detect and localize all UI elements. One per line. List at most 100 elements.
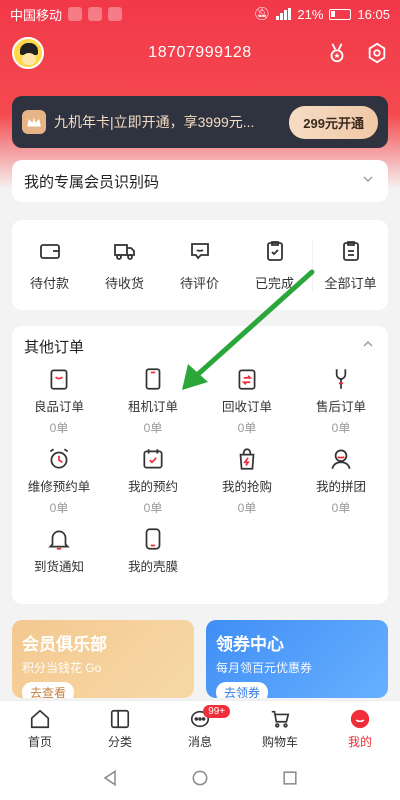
order-pending-receipt[interactable]: 待收货: [87, 239, 162, 292]
bottom-nav: 首页 分类 消息 99+ 购物车 我的: [0, 700, 400, 756]
other-orders-title: 其他订单: [24, 338, 85, 356]
phone-number: 18707999128: [148, 44, 252, 61]
coupon-center-card[interactable]: 领券中心 每月领百元优惠券 去领券: [206, 620, 388, 698]
battery-label: 21%: [297, 6, 324, 22]
order-label: 待收货: [104, 275, 144, 291]
phone-icon: [145, 368, 161, 390]
promo-subtitle: 积分当钱花 Go: [22, 661, 102, 675]
other-order-label: 售后订单: [315, 400, 366, 414]
wrench-icon: [335, 369, 347, 389]
order-label: 已完成: [254, 275, 294, 291]
other-order-count: 0单: [237, 501, 257, 515]
nav-label: 购物车: [261, 734, 298, 749]
recent-apps-square-icon[interactable]: [280, 768, 300, 788]
other-order-count: 0单: [237, 421, 257, 435]
vip-banner[interactable]: 九机年卡|立即开通，享3999元... 299元开通: [12, 96, 388, 148]
order-pending-review[interactable]: 待评价: [162, 239, 237, 292]
other-order-count: 0单: [143, 421, 163, 435]
after-sales-orders[interactable]: 售后订单 0单: [294, 366, 388, 436]
promo-subtitle: 每月领百元优惠券: [216, 661, 313, 675]
rental-orders[interactable]: 租机订单 0单: [106, 366, 200, 436]
other-orders-card: 其他订单 良品订单 0单 租机订单 0单 回收订单 0单 售后订单 0单 维修预…: [12, 326, 388, 604]
other-order-count: 0单: [331, 501, 351, 515]
other-order-label: 回收订单: [221, 400, 272, 414]
order-completed[interactable]: 已完成: [237, 239, 312, 292]
back-triangle-icon[interactable]: [100, 768, 120, 788]
recycle-orders[interactable]: 回收订单 0单: [200, 366, 294, 436]
chevron-up-icon[interactable]: [360, 336, 376, 356]
comment-icon: [190, 242, 209, 259]
other-order-label: 维修预约单: [27, 480, 91, 494]
nav-label: 首页: [27, 734, 52, 749]
bell-icon: [48, 530, 70, 550]
recycle-clipboard-icon: [238, 369, 256, 390]
nav-home[interactable]: 首页: [0, 701, 80, 756]
member-club-view-button[interactable]: 去查看: [22, 682, 75, 698]
signal-icon: [276, 8, 292, 20]
alarm-clock-icon: [49, 448, 69, 469]
list-icon: [342, 240, 359, 261]
nav-category[interactable]: 分类: [80, 701, 160, 756]
my-bookings[interactable]: 我的预约 0单: [106, 446, 200, 516]
app-notification-icon: [108, 7, 123, 21]
nav-label: 消息: [187, 734, 212, 749]
good-product-orders[interactable]: 良品订单 0单: [12, 366, 106, 436]
other-order-label: 租机订单: [127, 400, 178, 414]
member-id-label: 我的专属会员识别码: [24, 173, 160, 191]
order-label: 待评价: [179, 275, 219, 291]
wechat-icon: [68, 7, 83, 21]
chevron-down-icon: [360, 171, 376, 191]
other-order-label: 我的壳膜: [127, 560, 178, 574]
order-status-card: 待付款 待收货 待评价 已完成 全部订单: [12, 220, 388, 310]
calendar-check-icon: [143, 449, 163, 469]
member-club-card[interactable]: 会员俱乐部 积分当钱花 Go 去查看: [12, 620, 194, 698]
arrival-notifications[interactable]: 到货通知: [12, 526, 106, 575]
nav-messages[interactable]: 消息 99+: [160, 701, 240, 756]
order-label: 待付款: [29, 275, 69, 291]
order-label: 全部订单: [324, 275, 377, 291]
profile-header: 18707999128: [0, 30, 400, 76]
nav-label: 分类: [107, 734, 132, 749]
promo-title: 会员俱乐部: [22, 635, 107, 654]
profile-icon: [350, 709, 370, 728]
vip-open-button[interactable]: 299元开通: [289, 105, 378, 139]
battery-icon: [329, 8, 352, 20]
get-coupon-button[interactable]: 去领券: [216, 682, 269, 698]
other-order-label: 良品订单: [33, 400, 84, 414]
my-group-buys[interactable]: 我的拼团 0单: [294, 446, 388, 516]
repair-booking-orders[interactable]: 维修预约单 0单: [12, 446, 106, 516]
system-nav-bar: [0, 756, 400, 800]
home-icon: [30, 709, 50, 728]
my-cases-films[interactable]: 我的壳膜: [106, 526, 200, 575]
other-order-count: 0单: [143, 501, 163, 515]
other-order-count: 0单: [331, 421, 351, 435]
nav-label: 我的: [347, 734, 372, 749]
crown-icon: [22, 110, 46, 134]
vip-text: 九机年卡|立即开通，享3999元...: [54, 114, 255, 130]
case-icon: [145, 528, 161, 550]
status-bar: 中国移动 🔕︎ 21% 16:05: [0, 0, 400, 28]
home-circle-icon[interactable]: [190, 768, 210, 788]
other-order-label: 我的拼团: [315, 480, 366, 494]
order-all[interactable]: 全部订单: [312, 238, 388, 292]
category-icon: [110, 709, 130, 728]
other-order-count: 0单: [49, 421, 69, 435]
clipboard-check-icon: [266, 240, 283, 261]
mute-icon: 🔕︎: [253, 6, 271, 21]
order-pending-payment[interactable]: 待付款: [12, 239, 87, 292]
carrier-label: 中国移动: [10, 7, 63, 23]
group-icon: [331, 449, 351, 470]
other-order-count: 0单: [49, 501, 69, 515]
flash-bag-icon: [239, 448, 255, 470]
clock-label: 16:05: [357, 6, 390, 22]
nav-profile[interactable]: 我的: [320, 701, 400, 756]
member-id-row[interactable]: 我的专属会员识别码: [12, 160, 388, 202]
nav-cart[interactable]: 购物车: [240, 701, 320, 756]
wallet-icon: [39, 243, 60, 259]
app-notification-icon: [88, 7, 103, 21]
smile-bag-icon: [50, 369, 68, 390]
my-flash-sales[interactable]: 我的抢购 0单: [200, 446, 294, 516]
other-order-label: 我的抢购: [221, 480, 272, 494]
cart-icon: [271, 710, 290, 728]
truck-icon: [113, 243, 135, 260]
